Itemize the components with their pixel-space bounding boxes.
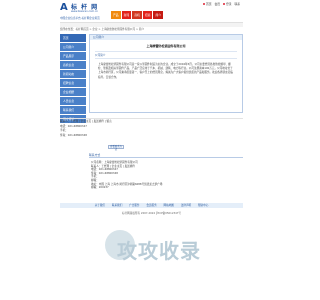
contact-person: 联系人：王经理 | 企业主页 | 发送邮件 | 留言 <box>60 120 112 123</box>
footer-link-contact[interactable]: 联系我们 <box>112 204 122 207</box>
sidebar-item-staff[interactable]: 人员信息 <box>60 97 86 105</box>
sidebar: 首页 公司简介 产品展示 商机信息 新闻动态 招聘信息 企业相册 人员信息 联系… <box>60 34 86 124</box>
watermark-text: 攻攻收录 <box>117 239 201 263</box>
contact-summary: 联系人：王经理 | 企业主页 | 发送邮件 | 留言 电话：021-688003… <box>60 118 243 150</box>
nav-tab-profile[interactable]: 简介 <box>153 11 164 19</box>
top-link-member[interactable]: 会员 <box>215 2 221 6</box>
view-contact-button[interactable]: 查看联系方式 <box>108 145 124 150</box>
contact-panel-body: 公司名称：上海摩雷防松紧固件有限公司 联系人：王经理 | 企业主页 | 发送邮件… <box>89 161 243 190</box>
intro-text: 上海摩雷防松紧固件有限公司是一家以紧固件制造为主的企业，成立于2004年5月，公… <box>98 63 233 79</box>
top-link-contact[interactable]: 联系 <box>235 2 241 6</box>
sidebar-item-album[interactable]: 企业相册 <box>60 88 86 96</box>
footer-link-ads[interactable]: 广告服务 <box>129 204 139 207</box>
contact-summary-list: 联系人：王经理 | 企业主页 | 发送邮件 | 留言 电话：021-688003… <box>60 120 120 138</box>
footer-copyright: 标杆网版权所有 2007-2024 沪ICP备05012347号 <box>121 212 182 215</box>
contact-fax: 传真：021-68800348 <box>60 133 87 137</box>
contact-panel-header: 联系方式 <box>89 153 243 158</box>
footer-link-member[interactable]: 会员服务 <box>146 204 156 207</box>
top-link-login[interactable]: 登录 <box>223 2 232 6</box>
watermark: 攻攻收录 <box>105 230 200 263</box>
logo-mark-icon: A <box>60 2 68 13</box>
top-nav: 产品 新闻 商机 招商 简介 <box>111 11 164 19</box>
company-name: 上海摩雷防松紧固件有限公司 <box>146 44 186 48</box>
nav-tab-business[interactable]: 商机 <box>132 11 142 19</box>
site-logo[interactable]: A 标 杆 网 www.biaoran.com.cn 中国企业信息平台·标杆网企… <box>60 1 110 22</box>
sidebar-item-contact[interactable]: 联系我们 <box>60 106 86 114</box>
contact-panel: 联系方式 公司名称：上海摩雷防松紧固件有限公司 联系人：王经理 | 企业主页 |… <box>89 153 243 189</box>
footer-link-legal[interactable]: 法律声明 <box>181 204 191 207</box>
nav-tab-products[interactable]: 产品 <box>111 11 121 19</box>
sidebar-item-news[interactable]: 新闻动态 <box>60 70 86 78</box>
footer-link-help[interactable]: 帮助中心 <box>198 204 208 207</box>
footer-links: 关于我们 联系我们 广告服务 会员服务 网站地图 法律声明 帮助中心 <box>60 203 243 208</box>
logo-url: www.biaoran.com.cn <box>71 10 99 13</box>
intro-subheader: 公司简介 <box>95 51 237 59</box>
sidebar-item-home[interactable]: 首页 <box>60 34 86 42</box>
sidebar-item-jobs[interactable]: 招聘信息 <box>60 79 86 87</box>
contact-row: 邮编：200237 <box>91 186 109 190</box>
divider <box>60 118 243 119</box>
nav-tab-investment[interactable]: 招商 <box>142 11 153 19</box>
top-links: 首页 会员 登录 联系 <box>203 2 242 6</box>
profile-panel: 公司简介 上海摩雷防松紧固件有限公司 公司简介 上海摩雷防松紧固件有限公司是一家… <box>89 34 243 113</box>
bullet-icon <box>223 3 225 5</box>
bullet-icon <box>203 3 205 5</box>
logo-slogan: 中国企业信息平台·标杆网企业黄页 <box>60 17 100 20</box>
top-link-home[interactable]: 首页 <box>203 2 212 6</box>
breadcrumb: 您所在位置：标杆网首页 > 企业 > 上海摩雷防松紧固件有限公司 > 简介 <box>60 28 145 31</box>
nav-tab-news[interactable]: 新闻 <box>121 11 132 19</box>
sidebar-item-products[interactable]: 产品展示 <box>60 52 86 60</box>
intro-label: 公司简介 <box>95 54 106 57</box>
footer-link-sitemap[interactable]: 网站地图 <box>164 204 174 207</box>
sidebar-item-business[interactable]: 商机信息 <box>60 61 86 69</box>
footer-link-about[interactable]: 关于我们 <box>95 204 105 207</box>
profile-panel-header: 公司简介 <box>90 35 242 40</box>
sidebar-item-profile[interactable]: 公司简介 <box>60 43 86 51</box>
